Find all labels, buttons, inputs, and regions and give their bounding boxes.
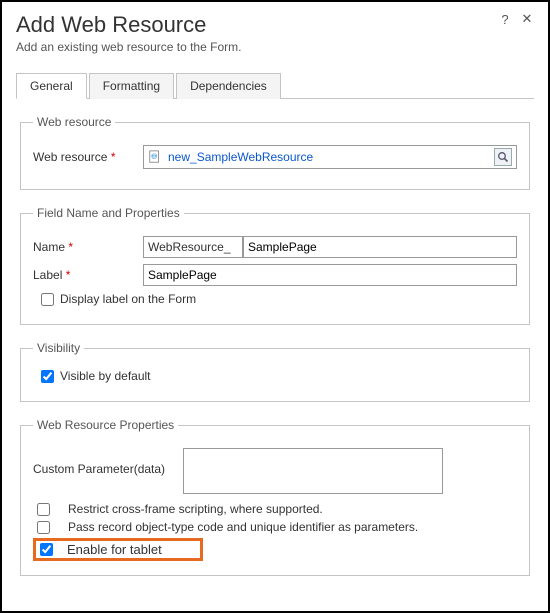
dialog-title: Add Web Resource bbox=[16, 12, 490, 38]
display-label-text: Display label on the Form bbox=[60, 292, 196, 306]
pass-record-text: Pass record object-type code and unique … bbox=[68, 520, 418, 534]
enable-tablet-text: Enable for tablet bbox=[67, 542, 162, 557]
display-label-checkbox[interactable] bbox=[41, 293, 54, 306]
tab-dependencies[interactable]: Dependencies bbox=[176, 73, 281, 99]
group-web-resource: Web resource Web resource * new_SampleWe… bbox=[20, 115, 530, 190]
restrict-cross-frame-checkbox[interactable] bbox=[37, 503, 50, 516]
visible-by-default-text: Visible by default bbox=[60, 369, 151, 383]
help-icon[interactable]: ? bbox=[498, 12, 512, 26]
legend-field-name-properties: Field Name and Properties bbox=[33, 206, 184, 220]
legend-visibility: Visibility bbox=[33, 341, 84, 355]
visible-by-default-checkbox[interactable] bbox=[41, 370, 54, 383]
legend-web-resource-properties: Web Resource Properties bbox=[33, 418, 178, 432]
name-input[interactable] bbox=[243, 236, 517, 258]
enable-tablet-checkbox[interactable] bbox=[40, 543, 53, 556]
group-web-resource-properties: Web Resource Properties Custom Parameter… bbox=[20, 418, 530, 576]
label-custom-parameter: Custom Parameter(data) bbox=[33, 448, 183, 476]
lookup-search-icon[interactable] bbox=[494, 148, 512, 166]
pass-record-checkbox[interactable] bbox=[37, 521, 50, 534]
label-label: Label * bbox=[33, 268, 143, 282]
custom-parameter-input[interactable] bbox=[183, 448, 443, 494]
web-resource-link[interactable]: new_SampleWebResource bbox=[168, 150, 313, 164]
tab-formatting[interactable]: Formatting bbox=[89, 73, 174, 99]
web-resource-lookup[interactable]: new_SampleWebResource bbox=[143, 145, 517, 169]
label-name: Name * bbox=[33, 240, 143, 254]
name-prefix-input bbox=[143, 236, 243, 258]
tab-strip: General Formatting Dependencies bbox=[16, 72, 534, 99]
label-web-resource: Web resource * bbox=[33, 150, 143, 164]
group-field-name-properties: Field Name and Properties Name * Label *… bbox=[20, 206, 530, 325]
tab-general[interactable]: General bbox=[16, 73, 87, 99]
webres-doc-icon bbox=[148, 150, 162, 164]
label-input[interactable] bbox=[143, 264, 517, 286]
enable-tablet-highlight: Enable for tablet bbox=[33, 538, 203, 561]
restrict-cross-frame-text: Restrict cross-frame scripting, where su… bbox=[68, 502, 323, 516]
group-visibility: Visibility Visible by default bbox=[20, 341, 530, 402]
legend-web-resource: Web resource bbox=[33, 115, 115, 129]
close-icon[interactable]: ✕ bbox=[520, 12, 534, 26]
dialog-subtitle: Add an existing web resource to the Form… bbox=[16, 40, 534, 54]
